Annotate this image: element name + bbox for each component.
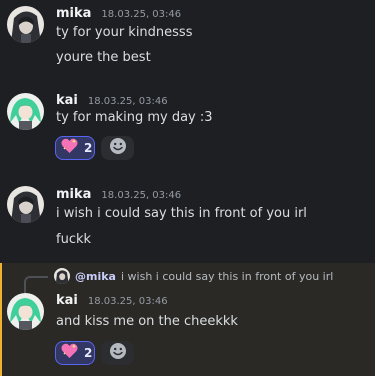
chat-log: mika 18.03.25, 03:46 ty for your kindnes… xyxy=(0,0,375,376)
message-kai-2[interactable]: kai 18.03.25, 03:46 and kiss me on the c… xyxy=(0,288,375,376)
add-reaction-button[interactable] xyxy=(101,136,134,160)
message-text: ty for making my day :3 xyxy=(56,110,213,125)
message-text: youre the best xyxy=(56,50,151,65)
reaction-count: 2 xyxy=(84,346,93,360)
mika-avatar-icon[interactable] xyxy=(7,6,44,43)
message-timestamp: 18.03.25, 03:46 xyxy=(101,9,182,20)
reply-preview[interactable]: @mika i wish i could say this in front o… xyxy=(30,267,333,285)
message-text: and kiss me on the cheekkk xyxy=(56,314,238,329)
sparkling-heart-icon xyxy=(61,343,78,363)
reply-text: i wish i could say this in front of you … xyxy=(120,269,334,283)
add-reaction-smiley-icon xyxy=(109,137,127,159)
message-text: fuckk xyxy=(56,232,92,247)
author-name[interactable]: mika xyxy=(56,6,91,21)
mika-avatar-icon xyxy=(54,268,70,284)
add-reaction-smiley-icon xyxy=(109,342,127,364)
reaction-count: 2 xyxy=(84,141,93,155)
message-timestamp: 18.03.25, 03:46 xyxy=(87,96,168,107)
kai-avatar-icon[interactable] xyxy=(7,293,44,330)
reply-author[interactable]: @mika xyxy=(75,270,116,283)
message-text: i wish i could say this in front of you … xyxy=(56,206,307,221)
author-name[interactable]: kai xyxy=(56,93,78,108)
message-timestamp: 18.03.25, 03:46 xyxy=(101,190,182,201)
message-timestamp: 18.03.25, 03:46 xyxy=(87,296,168,307)
reaction-sparkling-heart[interactable]: 2 xyxy=(55,136,95,160)
add-reaction-button[interactable] xyxy=(101,341,134,365)
message-kai-1[interactable]: kai 18.03.25, 03:46 ty for making my day… xyxy=(0,88,375,168)
message-text: ty for your kindnesss xyxy=(56,25,193,40)
message-mika-1[interactable]: mika 18.03.25, 03:46 ty for your kindnes… xyxy=(0,0,375,78)
kai-avatar-icon[interactable] xyxy=(7,93,44,130)
reaction-sparkling-heart[interactable]: 2 xyxy=(55,341,95,365)
author-name[interactable]: mika xyxy=(56,187,91,202)
message-mika-2[interactable]: mika 18.03.25, 03:46 i wish i could say … xyxy=(0,180,375,258)
sparkling-heart-icon xyxy=(61,138,78,158)
mika-avatar-icon[interactable] xyxy=(7,186,44,223)
author-name[interactable]: kai xyxy=(56,293,78,308)
